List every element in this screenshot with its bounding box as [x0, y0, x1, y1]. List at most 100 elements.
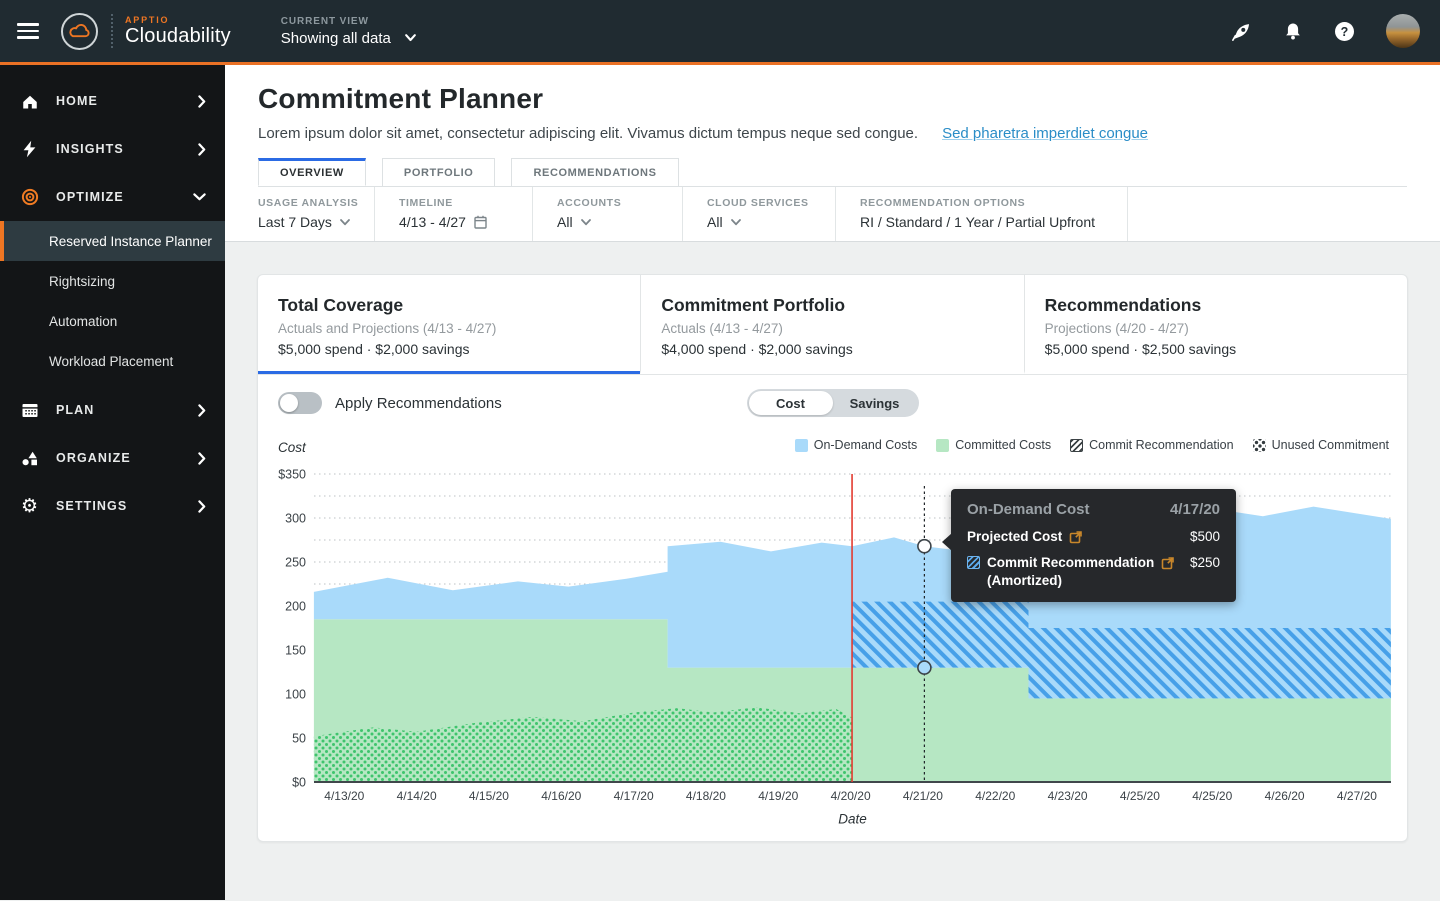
cost-segment[interactable]: Cost	[749, 391, 833, 415]
x-tick-label: 4/13/20	[324, 789, 364, 803]
filter-bar-spacer	[1128, 187, 1440, 241]
current-view-value: Showing all data	[281, 30, 391, 47]
tooltip-row-label: Commit Recommendation	[987, 555, 1154, 570]
apply-recommendations-toggle[interactable]	[278, 392, 322, 414]
x-tick-label: 4/27/20	[1337, 789, 1377, 803]
chevron-right-icon	[198, 143, 206, 156]
x-axis-title: Date	[838, 812, 867, 827]
coverage-chart[interactable]: $35030025020015010050$04/13/204/14/204/1…	[258, 431, 1407, 842]
tab-recommendations[interactable]: RECOMMENDATIONS	[511, 158, 678, 186]
tooltip-row-value: $250	[1180, 555, 1220, 570]
chevron-down-icon	[193, 193, 206, 201]
chevron-right-icon	[198, 452, 206, 465]
sidebar-item-home[interactable]: HOME	[0, 77, 225, 125]
sidebar-subitem-label: Automation	[49, 314, 117, 329]
y-tick-label: 300	[285, 512, 306, 526]
user-avatar[interactable]	[1386, 14, 1420, 48]
x-tick-label: 4/26/20	[1265, 789, 1305, 803]
tooltip-title: On-Demand Cost	[967, 501, 1090, 518]
tab-overview[interactable]: OVERVIEW	[258, 158, 366, 186]
filter-value: All	[707, 214, 723, 230]
tooltip-row-projected-cost: Projected Cost $500	[967, 529, 1220, 544]
legend-label: Unused Commitment	[1272, 438, 1389, 452]
tooltip-date: 4/17/20	[1170, 501, 1220, 518]
card-commitment-portfolio[interactable]: Commitment Portfolio Actuals (4/13 - 4/2…	[640, 275, 1023, 374]
chevron-right-icon	[198, 500, 206, 513]
tab-bar: OVERVIEW PORTFOLIO RECOMMENDATIONS	[258, 158, 1407, 187]
card-recommendations[interactable]: Recommendations Projections (4/20 - 4/27…	[1024, 275, 1407, 374]
legend-item-dots[interactable]: Unused Commitment	[1253, 438, 1389, 452]
page-title: Commitment Planner	[258, 83, 1407, 115]
calendar-icon	[474, 215, 487, 229]
legend-item-hatch[interactable]: Commit Recommendation	[1070, 438, 1234, 452]
sidebar-item-plan[interactable]: PLAN	[0, 386, 225, 434]
main-content: Commitment Planner Lorem ipsum dolor sit…	[225, 65, 1440, 900]
sidebar-item-automation[interactable]: Automation	[0, 301, 225, 341]
lightning-icon	[19, 140, 40, 158]
legend-item-green[interactable]: Committed Costs	[936, 438, 1051, 452]
green-swatch-icon	[936, 439, 949, 452]
y-tick-label: $0	[292, 776, 306, 790]
tab-portfolio[interactable]: PORTFOLIO	[382, 158, 496, 186]
accent-bar	[0, 62, 1440, 65]
whats-new-rocket-icon[interactable]	[1231, 21, 1252, 42]
sidebar-subitem-label: Reserved Instance Planner	[49, 234, 212, 249]
legend-label: Commit Recommendation	[1089, 438, 1234, 452]
sidebar-item-insights[interactable]: INSIGHTS	[0, 125, 225, 173]
sidebar-item-optimize[interactable]: OPTIMIZE	[0, 173, 225, 221]
filter-value: All	[557, 214, 573, 230]
current-view-selector[interactable]: CURRENT VIEW Showing all data	[281, 16, 416, 47]
sidebar-item-reserved-instance-planner[interactable]: Reserved Instance Planner	[0, 221, 225, 261]
sidebar-item-label: SETTINGS	[56, 499, 127, 513]
chart-legend: On-Demand Costs Committed Costs Commit Rec…	[795, 438, 1389, 452]
legend-label: On-Demand Costs	[814, 438, 918, 452]
x-tick-label: 4/20/20	[831, 789, 871, 803]
chevron-right-icon	[198, 95, 206, 108]
menu-icon[interactable]	[17, 23, 39, 39]
filter-timeline[interactable]: TIMELINE 4/13 - 4/27	[375, 187, 533, 241]
filter-label: ACCOUNTS	[557, 197, 664, 209]
x-tick-label: 4/17/20	[614, 789, 654, 803]
sidebar-item-workload-placement[interactable]: Workload Placement	[0, 341, 225, 381]
chevron-down-icon	[731, 219, 741, 226]
filter-recommendation-options[interactable]: RECOMMENDATION OPTIONS RI / Standard / 1…	[836, 187, 1128, 241]
y-tick-label: 150	[285, 644, 306, 658]
filter-cloud-services[interactable]: CLOUD SERVICES All	[683, 187, 836, 241]
help-icon[interactable]: ?	[1334, 21, 1355, 42]
x-tick-label: 4/25/20	[1192, 789, 1232, 803]
gear-icon: ⚙	[19, 497, 40, 516]
x-tick-label: 4/23/20	[1048, 789, 1088, 803]
chevron-down-icon	[405, 34, 416, 42]
hatch-swatch-icon	[1070, 439, 1083, 452]
x-tick-label: 4/22/20	[975, 789, 1015, 803]
sidebar-item-rightsizing[interactable]: Rightsizing	[0, 261, 225, 301]
cost-savings-switch: Cost Savings	[747, 389, 919, 417]
x-tick-label: 4/19/20	[758, 789, 798, 803]
sidebar-item-settings[interactable]: ⚙ SETTINGS	[0, 482, 225, 530]
page-description-link[interactable]: Sed pharetra imperdiet congue	[942, 125, 1148, 142]
x-tick-label: 4/25/20	[1120, 789, 1160, 803]
filter-usage-analysis[interactable]: USAGE ANALYSIS Last 7 Days	[225, 187, 375, 241]
filter-accounts[interactable]: ACCOUNTS All	[533, 187, 683, 241]
notifications-bell-icon[interactable]	[1283, 21, 1303, 42]
summary-cards: Total Coverage Actuals and Projections (…	[258, 275, 1407, 375]
card-total-coverage[interactable]: Total Coverage Actuals and Projections (…	[258, 275, 640, 374]
savings-segment[interactable]: Savings	[833, 391, 917, 415]
calendar-grid-icon	[19, 401, 40, 419]
card-subtitle: Actuals and Projections (4/13 - 4/27)	[278, 321, 620, 336]
filter-label: TIMELINE	[399, 197, 514, 209]
brand-apptio: APPTIO	[125, 15, 231, 25]
external-link-icon[interactable]	[1161, 556, 1175, 570]
sidebar-item-label: INSIGHTS	[56, 142, 124, 156]
filter-label: USAGE ANALYSIS	[258, 197, 356, 209]
x-tick-label: 4/14/20	[397, 789, 437, 803]
legend-item-blue[interactable]: On-Demand Costs	[795, 438, 918, 452]
y-tick-label: 250	[285, 556, 306, 570]
filter-label: CLOUD SERVICES	[707, 197, 817, 209]
external-link-icon[interactable]	[1069, 530, 1083, 544]
y-axis-title: Cost	[278, 440, 306, 455]
target-icon	[19, 188, 40, 206]
hatch-swatch-icon	[967, 556, 980, 569]
sidebar-item-organize[interactable]: ORGANIZE	[0, 434, 225, 482]
hover-marker-top	[918, 540, 931, 553]
